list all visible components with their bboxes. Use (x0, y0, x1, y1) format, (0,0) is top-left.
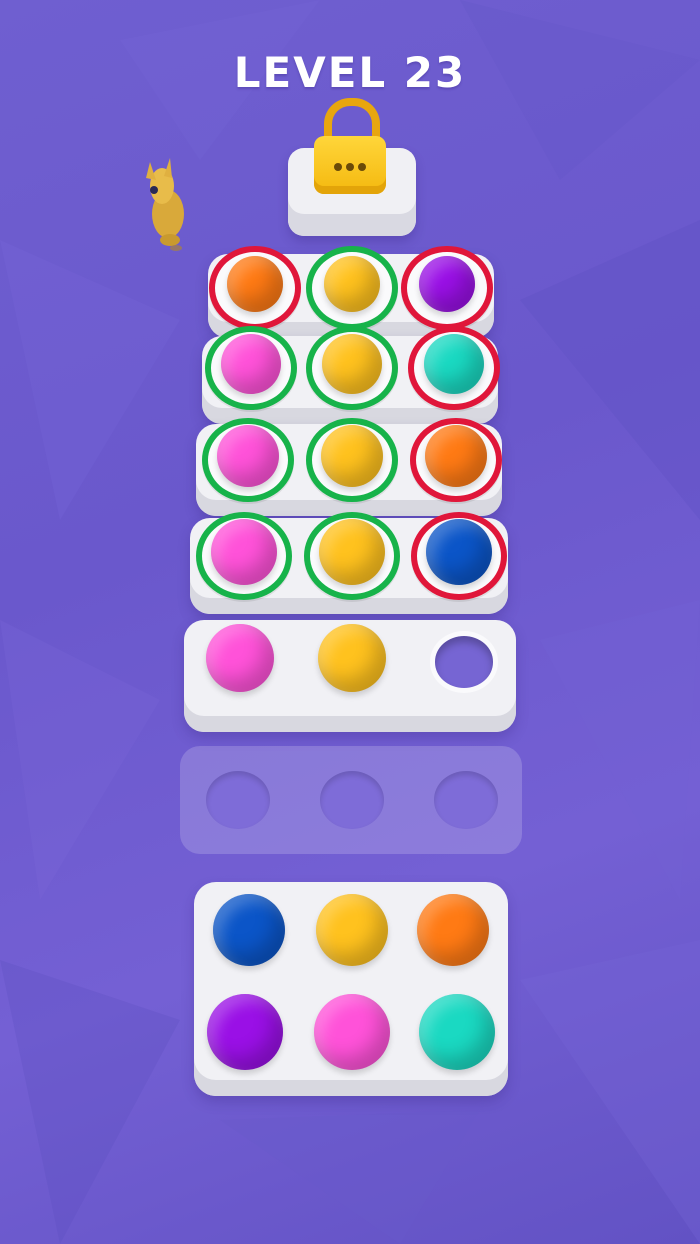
pink-ball[interactable] (206, 624, 274, 692)
ghost-slot (434, 771, 498, 829)
palette-purple-ball[interactable] (207, 994, 283, 1070)
pink-ball[interactable] (221, 334, 281, 394)
yellow-ball[interactable] (324, 256, 380, 312)
padlock-dots (314, 156, 386, 175)
yellow-ball[interactable] (318, 624, 386, 692)
blue-ball[interactable] (426, 519, 492, 585)
pink-ball[interactable] (217, 425, 279, 487)
teal-ball[interactable] (424, 334, 484, 394)
golden-llama-icon[interactable] (140, 156, 190, 252)
yellow-ball[interactable] (319, 519, 385, 585)
purple-ball[interactable] (419, 256, 475, 312)
yellow-ball[interactable] (322, 334, 382, 394)
level-title: LEVEL 23 (233, 48, 467, 97)
yellow-ball[interactable] (321, 425, 383, 487)
palette-blue-ball[interactable] (213, 894, 285, 966)
ghost-slot (320, 771, 384, 829)
empty-slot[interactable] (430, 631, 498, 693)
orange-ball[interactable] (227, 256, 283, 312)
orange-ball[interactable] (425, 425, 487, 487)
ghost-slot (206, 771, 270, 829)
padlock-icon[interactable] (314, 98, 386, 198)
palette-yellow-ball[interactable] (316, 894, 388, 966)
palette-pink-ball[interactable] (314, 994, 390, 1070)
pink-ball[interactable] (211, 519, 277, 585)
palette-orange-ball[interactable] (417, 894, 489, 966)
palette-teal-ball[interactable] (419, 994, 495, 1070)
